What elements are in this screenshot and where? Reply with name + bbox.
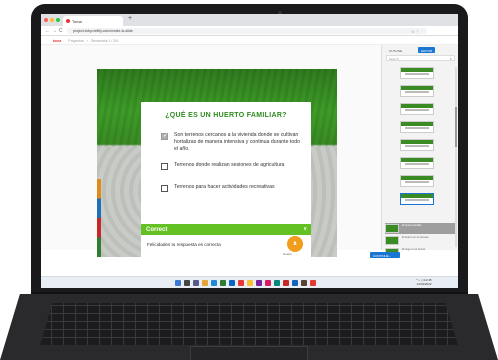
search-placeholder: Search [389,57,399,61]
browser-tab[interactable]: Toma [63,16,123,26]
color-stripes [97,179,101,257]
quiz-option[interactable]: Terrenos para hacer actividades recreati… [161,184,301,192]
quiz-option[interactable]: Terrenos donde realizan sesiones de agri… [161,162,301,170]
huerto-logo-icon: ᴥ [287,236,303,252]
mail-icon[interactable] [229,280,235,286]
slide-canvas: ¿QUÉ ES UN HUERTO FAMILIAR? Son terrenos… [97,69,337,257]
checkbox-icon[interactable] [161,185,168,192]
quiz-option[interactable]: Son terrenos cercanos a la vivienda dond… [161,132,301,153]
panel-search-input[interactable]: Search ⌕ [386,55,455,61]
maximize-window-icon[interactable] [56,18,60,22]
feedback-title: Correct [146,226,168,233]
taskbar: ^ ⌂ ◁ 12:45 12/04/2022 [41,276,458,288]
search-icon[interactable]: ⌕ [450,56,452,61]
tab-editor[interactable]: EDITOR [418,47,436,53]
checkbox-icon[interactable] [161,163,168,170]
quiz-card: ¿QUÉ ES UN HUERTO FAMILIAR? Son terrenos… [141,102,311,224]
store-icon[interactable] [220,280,226,286]
app-icon[interactable] [238,280,244,286]
search-icon[interactable] [184,280,190,286]
checkbox-checked-icon[interactable] [161,132,168,140]
slide-thumbnail[interactable] [400,139,434,151]
app-icon[interactable] [256,280,262,286]
option-label: Son terrenos cercanos a la vivienda dond… [174,132,301,152]
list-item-label: El riego en el huerto [402,248,426,251]
reload-icon[interactable]: C [59,28,63,34]
app-icon[interactable] [301,280,307,286]
url-field[interactable]: project-toby.netlify.com/create-is-slide [67,28,427,34]
app-icon[interactable] [274,280,280,286]
option-label: Terrenos para hacer actividades recreati… [174,184,275,190]
panel-scrollbar[interactable] [455,67,457,247]
browser-tab-bar: Toma + [41,14,458,26]
app-header: toma Proyectos › Secuencia 1 / 2/4 [41,37,458,45]
forward-icon[interactable]: → [52,28,57,34]
chrome-icon[interactable] [247,280,253,286]
slide-thumbnail[interactable] [400,67,434,79]
back-icon[interactable]: ← [45,28,50,34]
feedback-box: Correct ∨ Felicidades tu respuesta es co… [141,224,311,257]
list-thumb [385,224,399,233]
app-icon[interactable] [292,280,298,286]
app-icon[interactable] [310,280,316,286]
slide-thumbnail[interactable] [400,103,434,115]
feedback-message: Felicidades tu respuesta es correcta [147,242,221,247]
screen: Toma + ← → C project-toby.netlify.com/cr… [41,14,458,288]
minimize-window-icon[interactable] [50,18,54,22]
panel-tabs: OUTLINE EDITOR [386,47,455,54]
tray-date: 12/04/2022 [416,281,432,286]
list-thumb [385,236,399,245]
tab-outline[interactable]: OUTLINE [386,47,405,53]
quiz-question: ¿QUÉ ES UN HUERTO FAMILIAR? [165,112,287,119]
huerto-logo-text: Huerto [283,252,293,256]
edge-icon[interactable] [211,280,217,286]
list-item-label: El huerto en la escuela [402,236,429,239]
breadcrumb-item-sequence[interactable]: Secuencia 1 / 2/4 [91,39,118,43]
tab-title: Toma [72,19,82,24]
laptop-scene: Toma + ← → C project-toby.netlify.com/cr… [0,0,498,360]
feedback-header[interactable]: Correct ∨ [141,224,311,235]
trackpad [190,346,308,360]
task-view-icon[interactable] [193,280,199,286]
system-tray[interactable]: ^ ⌂ ◁ 12:45 12/04/2022 [416,278,432,286]
breadcrumb-item-projects[interactable]: Proyectos [68,39,84,43]
list-item-label: El huerto familiar [402,224,422,227]
breadcrumb-separator: › [86,39,89,43]
slide-stage: ¿QUÉ ES UN HUERTO FAMILIAR? Son terrenos… [41,45,381,257]
slide-thumbnail[interactable] [400,157,434,169]
breadcrumb: toma Proyectos › Secuencia 1 / 2/4 [53,39,118,43]
app-icon[interactable] [265,280,271,286]
app-icon[interactable] [283,280,289,286]
new-tab-button[interactable]: + [128,15,132,22]
option-label: Terrenos donde realizan sesiones de agri… [174,162,285,168]
bookmark-menu-icons[interactable]: ☆ ⋮ [411,29,420,34]
continue-button[interactable]: CONTINUE › [370,252,400,258]
app-logo[interactable]: toma [53,39,61,43]
keyboard-rows [40,303,458,345]
list-item[interactable]: El huerto en la escuela [385,235,457,246]
address-bar-row: ← → C project-toby.netlify.com/create-is… [41,26,458,36]
start-icon[interactable] [175,280,181,286]
close-window-icon[interactable] [44,18,48,22]
file-explorer-icon[interactable] [202,280,208,286]
slide-thumbnail[interactable] [400,121,434,133]
slide-thumbnail[interactable] [400,85,434,97]
outline-panel: OUTLINE EDITOR Search ⌕ El huerto famili… [381,45,458,257]
favicon-icon [66,19,70,23]
slide-thumbnail[interactable] [400,175,434,187]
chevron-down-icon[interactable]: ∨ [303,226,307,232]
slide-thumbnail-selected[interactable] [400,193,434,205]
list-item[interactable]: El huerto familiar [385,223,457,234]
